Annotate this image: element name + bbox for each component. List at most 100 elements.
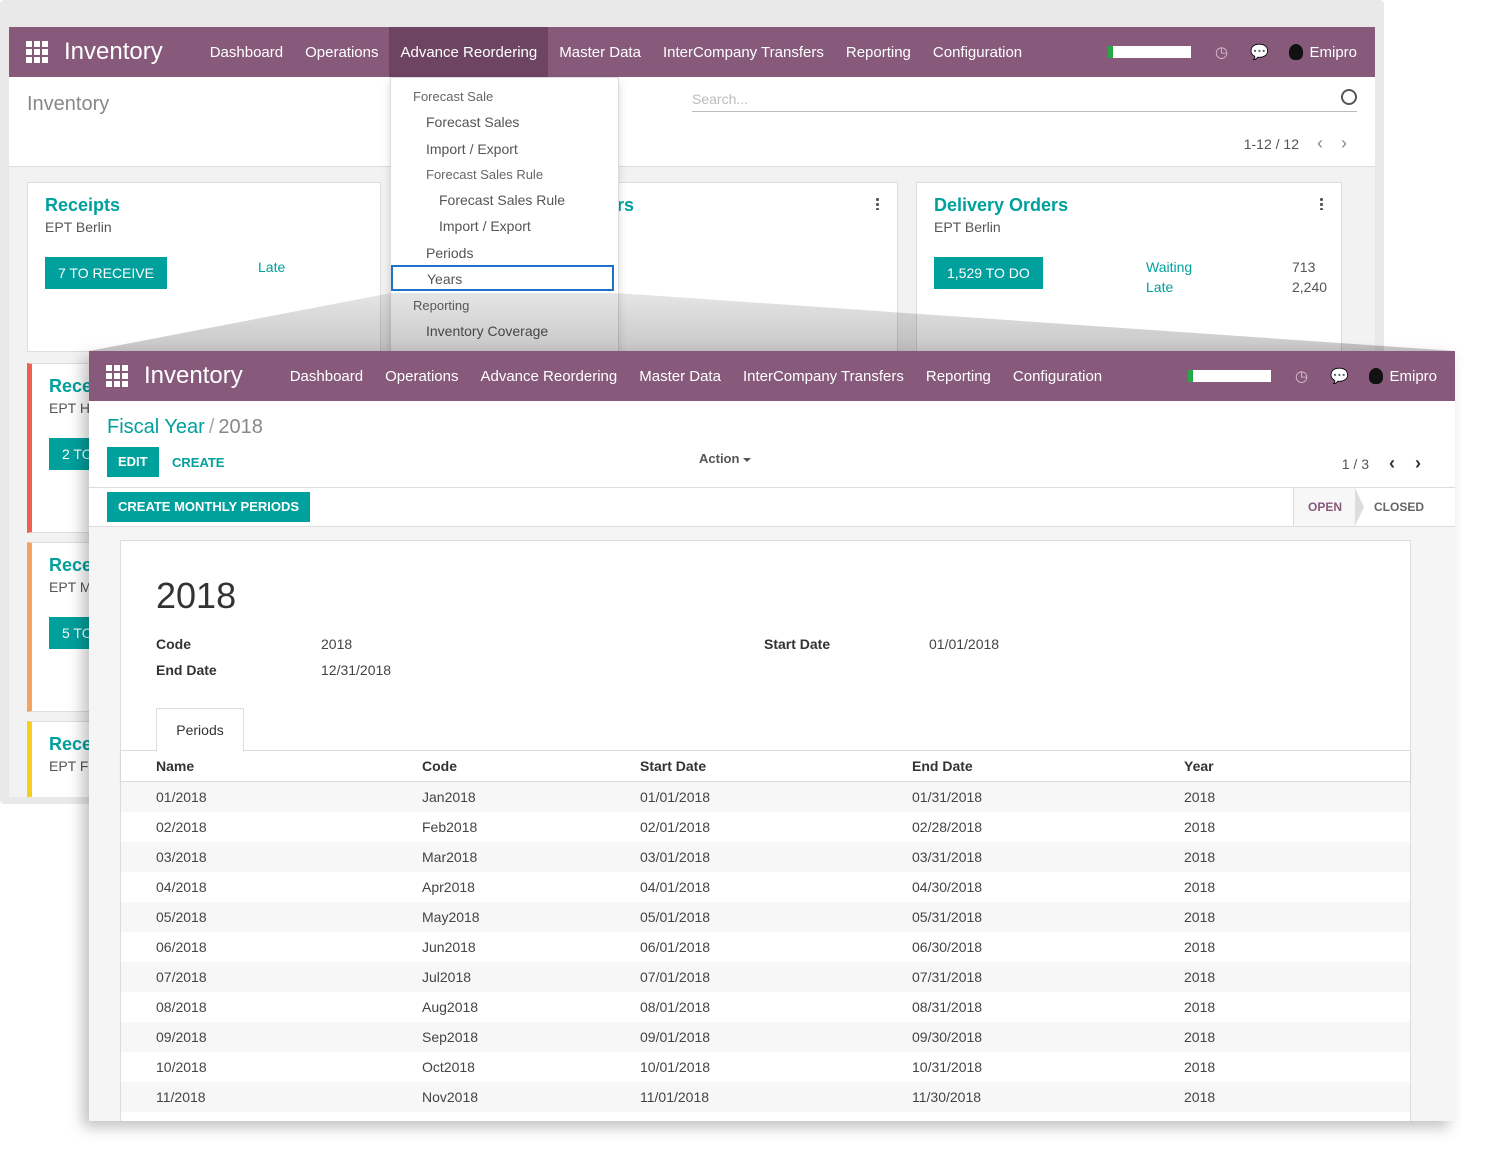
late-link[interactable]: Late (1146, 279, 1173, 295)
cell-end-date: 09/30/2018 (912, 1029, 983, 1045)
card-menu-icon[interactable] (876, 197, 879, 210)
dropdown-item-import-export-rule[interactable]: Import / Export (439, 218, 531, 234)
menu-reporting[interactable]: Reporting (915, 351, 1002, 401)
status-closed[interactable]: CLOSED (1355, 488, 1443, 526)
pager-value[interactable]: 1-12 / 12 (1244, 136, 1299, 152)
cell-end-date: 03/31/2018 (912, 849, 983, 865)
cell-name: 01/2018 (156, 789, 207, 805)
table-row[interactable]: 08/2018 Aug2018 08/01/2018 08/31/2018 2018 (121, 992, 1410, 1022)
column-start-date[interactable]: Start Date (640, 758, 706, 774)
user-menu[interactable]: Emipro (1369, 368, 1437, 385)
create-monthly-periods-button[interactable]: CREATE MONTHLY PERIODS (107, 492, 311, 522)
menu-intercompany-transfers[interactable]: InterCompany Transfers (732, 351, 915, 401)
menu-advance-reordering[interactable]: Advance Reordering (469, 351, 628, 401)
clock-icon[interactable]: ◷ (1213, 44, 1229, 61)
to-receive-button[interactable]: 7 TO RECEIVE (45, 257, 167, 289)
menu-intercompany-transfers[interactable]: InterCompany Transfers (652, 27, 835, 77)
cell-name: 09/2018 (156, 1029, 207, 1045)
dropdown-item-forecast-sales[interactable]: Forecast Sales (426, 114, 519, 130)
menu-master-data[interactable]: Master Data (548, 27, 652, 77)
cell-start-date: 09/01/2018 (640, 1029, 711, 1045)
apps-menu-icon[interactable] (106, 365, 128, 387)
table-row[interactable]: 09/2018 Sep2018 09/01/2018 09/30/2018 2018 (121, 1022, 1410, 1052)
column-name[interactable]: Name (156, 758, 194, 774)
next-arrow-icon[interactable]: › (1415, 453, 1421, 474)
cell-name: 03/2018 (156, 849, 207, 865)
column-end-date[interactable]: End Date (912, 758, 973, 774)
card-subtitle: EPT M (49, 579, 92, 595)
status-bar: CREATE MONTHLY PERIODS OPEN CLOSED (89, 488, 1455, 527)
code-label: Code (156, 636, 191, 652)
dropdown-item-periods[interactable]: Periods (426, 245, 473, 261)
menu-master-data[interactable]: Master Data (628, 351, 732, 401)
cell-year: 2018 (1184, 1029, 1216, 1045)
dropdown-item-years[interactable]: Years (391, 265, 614, 291)
table-row[interactable]: 05/2018 May2018 05/01/2018 05/31/2018 2018 (121, 902, 1410, 932)
dropdown-header-forecast-sales-rule: Forecast Sales Rule (426, 167, 544, 182)
table-row[interactable]: 04/2018 Apr2018 04/01/2018 04/30/2018 2018 (121, 872, 1410, 902)
cell-code: Mar2018 (422, 849, 478, 865)
cell-name: 07/2018 (156, 969, 207, 985)
menu-advance-reordering[interactable]: Advance Reordering (389, 27, 549, 77)
menu-reporting[interactable]: Reporting (835, 27, 922, 77)
menu-operations[interactable]: Operations (374, 351, 469, 401)
chat-icon[interactable]: 💬 (1330, 368, 1349, 385)
app-title: Inventory (64, 38, 163, 65)
menu-configuration[interactable]: Configuration (1002, 351, 1113, 401)
menu-configuration[interactable]: Configuration (922, 27, 1033, 77)
to-do-button[interactable]: 1,529 TO DO (934, 257, 1043, 289)
control-panel: Inventory Search... 1-12 / 12 ‹ › (9, 77, 1375, 167)
status-open[interactable]: OPEN (1293, 488, 1356, 526)
table-row[interactable]: 07/2018 Jul2018 07/01/2018 07/31/2018 2018 (121, 962, 1410, 992)
cell-start-date: 01/01/2018 (640, 789, 711, 805)
column-year[interactable]: Year (1184, 758, 1214, 774)
table-row[interactable]: 02/2018 Feb2018 02/01/2018 02/28/2018 2018 (121, 812, 1410, 842)
cell-name: 11/2018 (156, 1089, 206, 1105)
cell-end-date: 10/31/2018 (912, 1059, 983, 1075)
card-title-fragment[interactable]: rs (617, 195, 634, 216)
top-navbar: Inventory Dashboard Operations Advance R… (9, 27, 1375, 77)
search-icon[interactable] (1341, 89, 1357, 105)
action-dropdown[interactable]: Action (699, 451, 752, 466)
chat-icon[interactable]: 💬 (1250, 44, 1269, 61)
card-title[interactable]: Receipts (45, 195, 120, 216)
navbar-right: ◷ 💬 Emipro (1188, 351, 1455, 401)
table-row[interactable]: 10/2018 Oct2018 10/01/2018 10/31/2018 2018 (121, 1052, 1410, 1082)
cell-end-date: 01/31/2018 (912, 789, 983, 805)
create-button[interactable]: CREATE (172, 455, 224, 470)
table-row[interactable]: 06/2018 Jun2018 06/01/2018 06/30/2018 2018 (121, 932, 1410, 962)
table-row[interactable]: 11/2018 Nov2018 11/01/2018 11/30/2018 2018 (121, 1082, 1410, 1112)
pager-value[interactable]: 1 / 3 (1342, 456, 1369, 472)
dropdown-item-forecast-sales-rule[interactable]: Forecast Sales Rule (439, 192, 565, 208)
breadcrumb-separator: / (208, 416, 215, 438)
dropdown-item-import-export[interactable]: Import / Export (426, 141, 518, 157)
edit-button[interactable]: EDIT (107, 447, 159, 477)
cell-name: 06/2018 (156, 939, 207, 955)
column-code[interactable]: Code (422, 758, 457, 774)
cell-year: 2018 (1184, 969, 1216, 985)
cell-name: 02/2018 (156, 819, 207, 835)
search-placeholder: Search... (692, 91, 749, 107)
menu-operations[interactable]: Operations (294, 27, 389, 77)
menu-dashboard[interactable]: Dashboard (199, 27, 294, 77)
next-arrow-icon[interactable]: › (1341, 133, 1347, 154)
prev-arrow-icon[interactable]: ‹ (1317, 133, 1323, 154)
apps-menu-icon[interactable] (26, 41, 48, 63)
card-menu-icon[interactable] (1320, 197, 1323, 210)
user-menu[interactable]: Emipro (1289, 44, 1357, 61)
waiting-link[interactable]: Waiting (1146, 259, 1192, 275)
table-row[interactable]: 03/2018 Mar2018 03/01/2018 03/31/2018 2018 (121, 842, 1410, 872)
breadcrumb-parent[interactable]: Fiscal Year (107, 416, 205, 438)
card-subtitle: EPT Fr (49, 758, 94, 774)
clock-icon[interactable]: ◷ (1293, 368, 1309, 385)
prev-arrow-icon[interactable]: ‹ (1389, 453, 1395, 474)
table-row[interactable]: 01/2018 Jan2018 01/01/2018 01/31/2018 2018 (121, 782, 1410, 812)
late-link[interactable]: Late (258, 259, 285, 275)
form-sheet: 2018 Code 2018 Start Date 01/01/2018 End… (120, 540, 1411, 1121)
tab-periods[interactable]: Periods (156, 708, 244, 752)
card-title[interactable]: Delivery Orders (934, 195, 1068, 216)
search-input[interactable]: Search... (692, 89, 1357, 112)
menu-dashboard[interactable]: Dashboard (279, 351, 374, 401)
cell-code: Aug2018 (422, 999, 479, 1015)
dropdown-item-inventory-coverage[interactable]: Inventory Coverage (426, 323, 548, 339)
